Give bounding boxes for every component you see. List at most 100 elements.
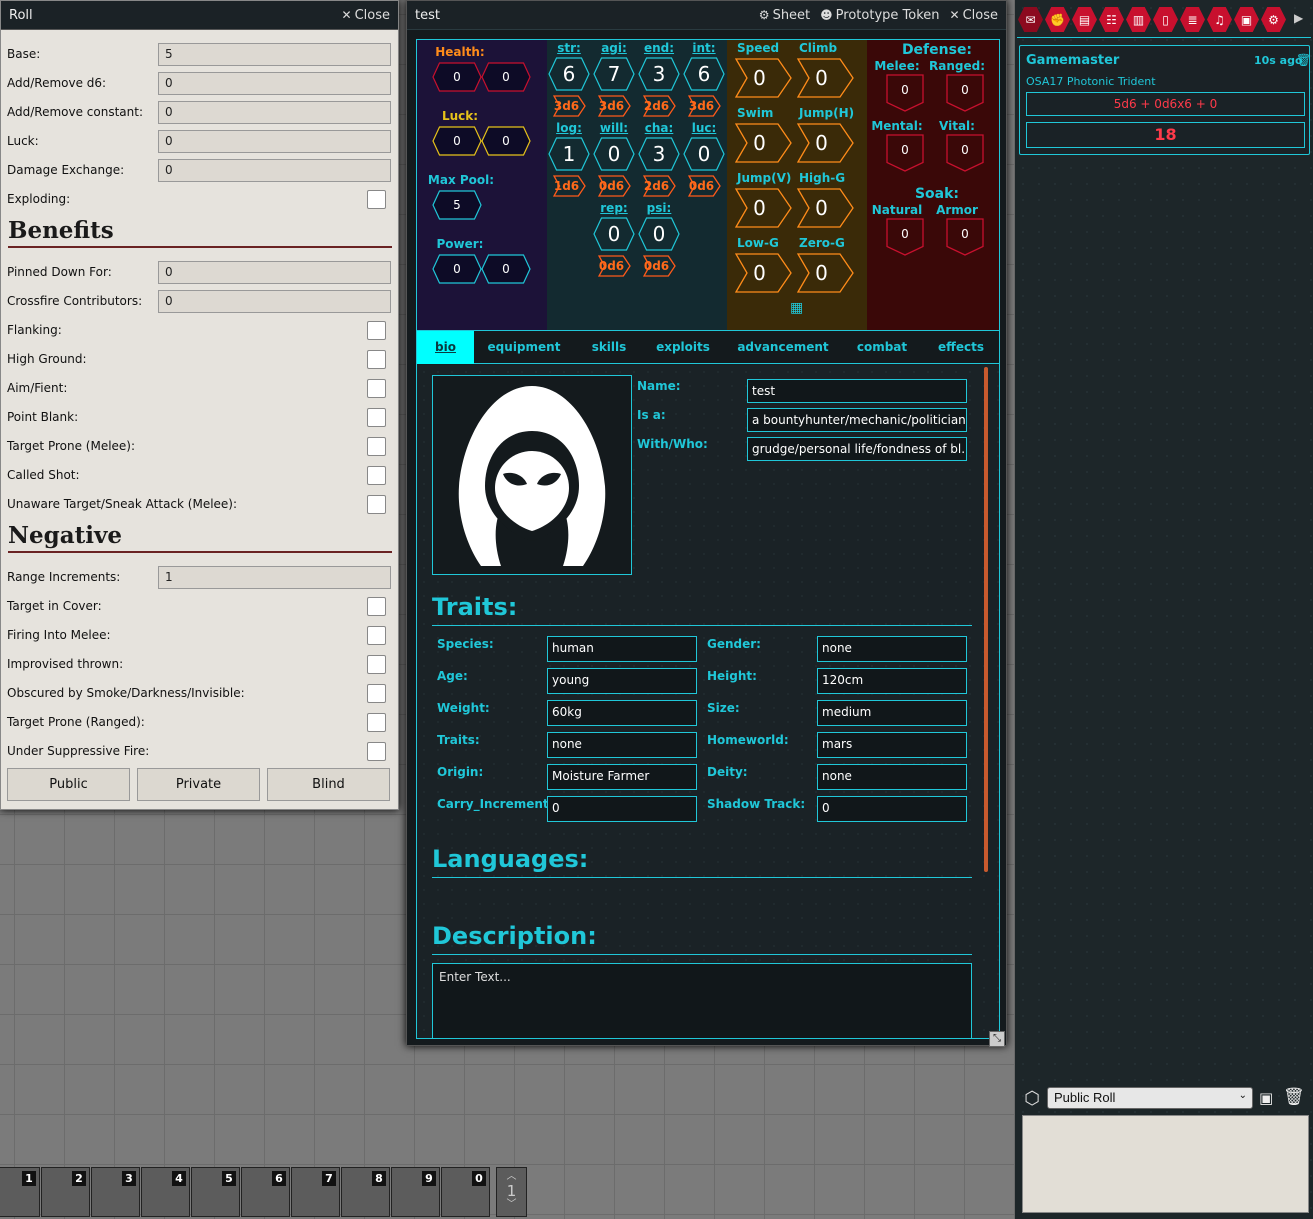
attribute-hex-8[interactable]: 0 bbox=[593, 217, 635, 251]
name-input[interactable]: test bbox=[747, 379, 967, 403]
attribute-hex-3[interactable]: 6 bbox=[683, 57, 725, 91]
attribute-hex-9[interactable]: 0 bbox=[638, 217, 680, 251]
blind-roll-button[interactable]: Blind bbox=[267, 768, 390, 801]
trait-input[interactable]: none bbox=[817, 636, 967, 662]
hotbar-page-control[interactable]: ︿ 1 ﹀ bbox=[496, 1167, 527, 1217]
attribute-dice-8[interactable]: 0d6 bbox=[598, 255, 631, 277]
attribute-hex-7[interactable]: 0 bbox=[683, 137, 725, 171]
trait-input[interactable]: Moisture Farmer bbox=[547, 764, 697, 790]
macro-slot[interactable]: 0 bbox=[441, 1167, 490, 1217]
roll-field-input[interactable]: 0 bbox=[158, 71, 391, 95]
tab-equipment[interactable]: equipment bbox=[483, 331, 565, 364]
attribute-dice-4[interactable]: 1d6 bbox=[553, 175, 586, 197]
trait-input[interactable]: young bbox=[547, 668, 697, 694]
attribute-dice-2[interactable]: 2d6 bbox=[643, 95, 676, 117]
character-portrait[interactable] bbox=[432, 375, 632, 575]
trait-input[interactable]: 120cm bbox=[817, 668, 967, 694]
roll-checkbox[interactable] bbox=[367, 596, 386, 616]
roll-checkbox[interactable] bbox=[367, 712, 386, 732]
attribute-dice-0[interactable]: 3d6 bbox=[553, 95, 586, 117]
tab-effects[interactable]: effects bbox=[931, 331, 991, 364]
with-input[interactable]: grudge/personal life/fondness of bl... bbox=[747, 437, 967, 461]
roll-field-input[interactable]: 0 bbox=[158, 158, 391, 182]
defense-1[interactable]: 0 bbox=[946, 74, 984, 112]
roll-checkbox[interactable] bbox=[367, 378, 386, 398]
attribute-dice-7[interactable]: 0d6 bbox=[688, 175, 721, 197]
movement-6[interactable]: 0 bbox=[735, 253, 792, 293]
roll-checkbox[interactable] bbox=[367, 741, 386, 761]
trait-input[interactable]: 0 bbox=[817, 796, 967, 822]
defense-2[interactable]: 0 bbox=[886, 134, 924, 172]
collapse-sidebar-icon[interactable]: ▶ bbox=[1294, 11, 1303, 25]
movement-2[interactable]: 0 bbox=[735, 123, 792, 163]
dice-formula[interactable]: 5d6 + 0d6x6 + 0 bbox=[1026, 92, 1305, 116]
roll-checkbox[interactable] bbox=[367, 683, 386, 703]
roll-field-input[interactable]: 0 bbox=[158, 260, 391, 284]
calculator-icon[interactable]: ▦ bbox=[790, 300, 803, 316]
macro-slot[interactable]: 8 bbox=[341, 1167, 390, 1217]
roll-field-input[interactable]: 1 bbox=[158, 565, 391, 589]
attribute-dice-1[interactable]: 3d6 bbox=[598, 95, 631, 117]
macro-slot[interactable]: 2 bbox=[41, 1167, 90, 1217]
macro-slot[interactable]: 4 bbox=[141, 1167, 190, 1217]
macro-slot[interactable]: 7 bbox=[291, 1167, 340, 1217]
trait-input[interactable]: human bbox=[547, 636, 697, 662]
tab-combat[interactable]: combat bbox=[851, 331, 913, 364]
attribute-hex-6[interactable]: 3 bbox=[638, 137, 680, 171]
roll-checkbox[interactable] bbox=[367, 465, 386, 485]
roll-close-button[interactable]: ✕ Close bbox=[342, 8, 390, 23]
scrollbar[interactable] bbox=[984, 367, 988, 872]
movement-4[interactable]: 0 bbox=[735, 188, 792, 228]
trait-input[interactable]: 60kg bbox=[547, 700, 697, 726]
roll-checkbox[interactable] bbox=[367, 654, 386, 674]
movement-5[interactable]: 0 bbox=[797, 188, 854, 228]
attribute-hex-0[interactable]: 6 bbox=[548, 57, 590, 91]
soak-1[interactable]: 0 bbox=[946, 218, 984, 256]
macro-slot[interactable]: 9 bbox=[391, 1167, 440, 1217]
movement-3[interactable]: 0 bbox=[797, 123, 854, 163]
prototype-token-button[interactable]: ☻ Prototype Token bbox=[820, 8, 939, 23]
soak-0[interactable]: 0 bbox=[886, 218, 924, 256]
attribute-hex-1[interactable]: 7 bbox=[593, 57, 635, 91]
macro-slot[interactable]: 6 bbox=[241, 1167, 290, 1217]
chevron-down-icon[interactable]: ﹀ bbox=[497, 1199, 526, 1211]
d20-icon[interactable]: ⬡ bbox=[1021, 1088, 1043, 1110]
movement-0[interactable]: 0 bbox=[735, 58, 792, 98]
sheet-close-button[interactable]: ✕ Close bbox=[950, 8, 998, 23]
tab-advancement[interactable]: advancement bbox=[733, 331, 833, 364]
trait-input[interactable]: 0 bbox=[547, 796, 697, 822]
luck-current[interactable]: 0 bbox=[432, 126, 482, 156]
roll-checkbox[interactable] bbox=[367, 349, 386, 369]
chat-input[interactable] bbox=[1022, 1115, 1309, 1213]
attribute-hex-5[interactable]: 0 bbox=[593, 137, 635, 171]
maxpool-value[interactable]: 5 bbox=[432, 190, 482, 220]
macro-slot[interactable]: 3 bbox=[91, 1167, 140, 1217]
roll-checkbox[interactable] bbox=[367, 436, 386, 456]
resize-handle-icon[interactable]: ⤡ bbox=[989, 1031, 1005, 1047]
macro-slot[interactable]: 5 bbox=[191, 1167, 240, 1217]
roll-checkbox[interactable] bbox=[367, 494, 386, 514]
roll-checkbox[interactable] bbox=[367, 407, 386, 427]
movement-7[interactable]: 0 bbox=[797, 253, 854, 293]
dice-total[interactable]: 18 bbox=[1026, 122, 1305, 148]
roll-dialog-header[interactable]: Roll ✕ Close bbox=[1, 1, 398, 30]
attribute-hex-2[interactable]: 3 bbox=[638, 57, 680, 91]
roll-checkbox[interactable] bbox=[367, 189, 386, 209]
roll-field-input[interactable]: 0 bbox=[158, 129, 391, 153]
luck-max[interactable]: 0 bbox=[481, 126, 531, 156]
description-editor[interactable]: Enter Text... bbox=[432, 963, 972, 1038]
private-roll-button[interactable]: Private bbox=[137, 768, 260, 801]
trait-input[interactable]: none bbox=[817, 764, 967, 790]
sheet-header[interactable]: test ⚙ Sheet ☻ Prototype Token ✕ Close bbox=[407, 1, 1006, 30]
attribute-hex-4[interactable]: 1 bbox=[548, 137, 590, 171]
roll-field-input[interactable]: 0 bbox=[158, 289, 391, 313]
save-icon[interactable]: ▣ bbox=[1259, 1089, 1273, 1107]
trait-input[interactable]: mars bbox=[817, 732, 967, 758]
roll-mode-select[interactable]: Public Roll ⌄ bbox=[1047, 1087, 1253, 1109]
tab-bio[interactable]: bio bbox=[417, 331, 474, 364]
power-current[interactable]: 0 bbox=[432, 254, 482, 284]
isa-input[interactable]: a bountyhunter/mechanic/politician bbox=[747, 408, 967, 432]
trait-input[interactable]: none bbox=[547, 732, 697, 758]
attribute-dice-6[interactable]: 2d6 bbox=[643, 175, 676, 197]
attribute-dice-5[interactable]: 0d6 bbox=[598, 175, 631, 197]
